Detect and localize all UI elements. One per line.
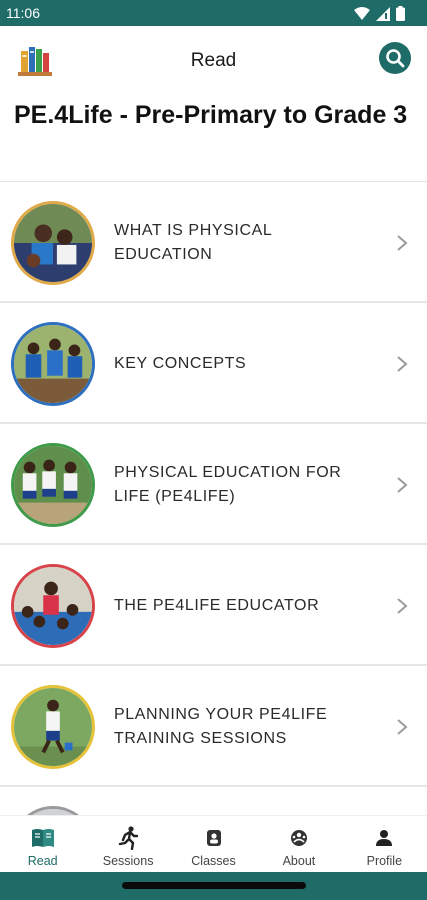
chapter-title: KEY CONCEPTS (114, 354, 247, 372)
nav-label: Profile (366, 854, 403, 868)
chapter-thumbnail (11, 564, 95, 648)
nav-label: Classes (191, 854, 236, 868)
search-button[interactable] (379, 42, 411, 74)
chevron-right-icon (397, 356, 408, 372)
chevron-right-icon (397, 719, 408, 735)
chevron-right-icon (397, 235, 408, 251)
chapter-item-planning-your-pe4life-training-sessions[interactable]: PLANNING YOUR PE4LIFE TRAINING SESSIONS (0, 666, 427, 787)
signal-icon (376, 6, 390, 21)
nav-label: About (282, 854, 316, 868)
chapter-item-physical-education-for-life[interactable]: PHYSICAL EDUCATION FOR LIFE (PE4LIFE) (0, 424, 427, 545)
status-icons (354, 6, 405, 21)
chevron-right-icon (397, 598, 408, 614)
chapter-thumbnail (11, 201, 95, 285)
app-header: Read (0, 26, 427, 98)
chapter-title: PLANNING YOUR PE4LIFE TRAINING SESSIONS (114, 705, 328, 747)
battery-icon (396, 6, 405, 21)
chapter-title: WHAT IS PHYSICAL EDUCATION (114, 221, 272, 263)
nav-item-classes[interactable]: Classes (171, 816, 256, 872)
wifi-icon (354, 6, 370, 20)
running-icon (116, 826, 140, 850)
page-title: PE.4Life - Pre-Primary to Grade 3 (14, 101, 408, 129)
nav-item-about[interactable]: About (256, 816, 341, 872)
nav-label: Read (27, 854, 58, 868)
header-title: Read (190, 50, 237, 71)
home-gesture-bar[interactable] (122, 882, 306, 889)
chapter-item-key-concepts[interactable]: KEY CONCEPTS (0, 303, 427, 424)
bottom-nav: Read Sessions Classes About Profile (0, 815, 427, 872)
status-bar: 11:06 (0, 0, 427, 26)
chapter-title: PHYSICAL EDUCATION FOR LIFE (PE4LIFE) (114, 463, 342, 505)
chapter-thumbnail (11, 806, 95, 815)
chapter-list: WHAT IS PHYSICAL EDUCATION KEY CONCEPTS … (0, 181, 427, 815)
chapter-thumbnail (11, 443, 95, 527)
class-icon (202, 826, 226, 850)
nav-item-profile[interactable]: Profile (342, 816, 427, 872)
chapter-thumbnail (11, 322, 95, 406)
chapter-title (114, 787, 354, 815)
nav-label: Sessions (102, 854, 154, 868)
chapter-thumbnail (11, 685, 95, 769)
chapter-item-what-is-physical-education[interactable]: WHAT IS PHYSICAL EDUCATION (0, 182, 427, 303)
nav-item-sessions[interactable]: Sessions (85, 816, 170, 872)
chapter-item-partial[interactable] (0, 787, 427, 815)
nav-item-read[interactable]: Read (0, 816, 85, 872)
status-time: 11:06 (6, 5, 40, 21)
chapter-item-the-pe4life-educator[interactable]: THE PE4LIFE EDUCATOR (0, 545, 427, 666)
chapter-title: THE PE4LIFE EDUCATOR (114, 596, 320, 614)
book-icon (31, 826, 55, 850)
search-icon (386, 49, 405, 68)
system-navigation-area (0, 872, 427, 900)
chevron-right-icon (397, 477, 408, 493)
person-icon (372, 826, 396, 850)
about-icon (287, 826, 311, 850)
